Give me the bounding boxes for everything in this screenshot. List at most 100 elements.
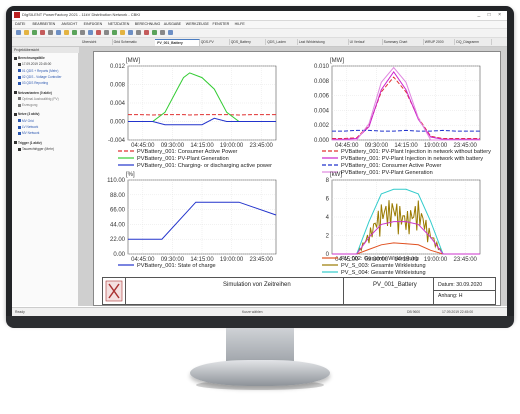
tab-grid-schematic[interactable]: Grid Schematic [112,39,157,45]
legend-label: PVBattery_001: Consumer Active Power [341,163,442,169]
tab-bar: Übersicht Grid Schematic PV_001_Battery QDS… [12,38,507,47]
toolbar-button-icon[interactable] [128,30,133,35]
toolbar-button-icon[interactable] [96,30,101,35]
sidebar-item[interactable]: Netze (3 aktiv) [14,112,39,116]
tree-node-icon [18,125,21,129]
app-icon [14,12,20,18]
tab-ui-verlauf[interactable]: UI Verlauf [348,39,383,45]
monitor-stand-base [190,360,330,386]
sidebar-item[interactable]: 02 QDS - Voltage Controller [18,75,62,79]
tab-qds-pv[interactable]: QDS-PV [199,39,230,45]
menu-item-einfügen[interactable]: EINFÜGEN [84,22,103,26]
y-tick-label: 0.004 [314,108,330,114]
axis-unit: [kW] [330,172,342,178]
sidebar-item[interactable]: Berechnungsfälle [14,56,45,60]
tab-pv-001-battery[interactable]: PV_001_Battery [155,39,200,46]
sidebar-item[interactable]: MV Grid [18,119,34,123]
graphics-page: [MW] 0.012 0.008 0.004 0.000 -0.004 04:45:00 09… [93,51,501,306]
menu-item-fenster[interactable]: FENSTER [213,22,230,26]
status-db: DB 9600 [407,310,421,314]
menu-item-netzdaten[interactable]: NETZDATEN [108,22,129,26]
toolbar-button-icon[interactable] [160,30,165,35]
title-bar: DIgSILENT PowerFactory 2021 - 11kV Distr… [12,11,507,21]
menu-item-ansicht[interactable]: ANSICHT [62,22,78,26]
tab--bersicht[interactable]: Übersicht [80,39,113,45]
tab-wrup-2000[interactable]: WRUP 2000 [423,39,456,45]
sidebar-item[interactable]: Erzeugung [18,103,37,107]
sidebar-item[interactable]: 03 QDS Reporting [18,81,48,85]
toolbar-button-icon[interactable] [40,30,45,35]
chart-1: [MW]0.0120.0080.0040.000-0.00404:45:00 09… [108,58,277,169]
menu-item-ausgabe[interactable]: AUSGABE [164,22,181,26]
monitor-chin [6,316,514,328]
sidebar-item[interactable]: Trigger (1 aktiv) [14,141,42,145]
tree-node-icon [14,113,17,117]
legend-label: PVBattery_001: PV-Plant Injection in net… [341,156,483,162]
sidebar-item-label: 01 QDS + Reports (Mehr) [22,68,59,73]
sidebar-item[interactable]: Netzvarianten (0 aktiv) [14,91,52,95]
sidebar-item-label: Berechnungsfälle [18,56,45,60]
toolbar-button-icon[interactable] [72,30,77,35]
toolbar-button-icon[interactable] [112,30,117,35]
sidebar-item-label: Optimal Ausbaufähig (PV) [22,96,59,101]
tree-node-icon [18,119,21,123]
toolbar-button-icon[interactable] [32,30,37,35]
tree-node-icon [18,81,21,85]
y-tick-label: 0.012 [110,64,126,70]
chart-2: [MW]0.0100.0080.0060.0040.0020.00004:45:… [314,58,491,176]
y-tick-label: 0 [326,252,330,258]
y-tick-label: 0.004 [110,101,126,107]
y-tick-label: 0.000 [314,138,330,144]
project-sidebar: Projektübersicht Berechnungsfälle 17.09.2… [12,47,80,306]
toolbar-button-icon[interactable] [168,30,173,35]
menu-item-werkzeuge[interactable]: WERKZEUGE [186,22,209,26]
sidebar-item[interactable]: LV Network [18,125,38,129]
tab-last-wirkleistung[interactable]: Last Wirkleistung [297,39,349,45]
x-tick-label: 19:00:00 [220,257,244,263]
menu-item-datei[interactable]: DATEI [15,22,25,26]
toolbar-button-icon[interactable] [64,30,69,35]
window-title: DIgSILENT PowerFactory 2021 - 11kV Distr… [22,12,141,17]
toolbar-button-icon[interactable] [16,30,21,35]
window-controls[interactable]: _ □ × [478,12,505,18]
title-block-divider [343,278,344,304]
toolbar-button-icon[interactable] [120,30,125,35]
toolbar-button-icon[interactable] [88,30,93,35]
toolbar-button-icon[interactable] [144,30,149,35]
sidebar-item[interactable]: 01 QDS + Reports (Mehr) [18,69,58,73]
tab-qds-battery[interactable]: QDS_Battery [229,39,267,45]
legend-label: PV_002: Gesamte Wirkleistung [341,256,419,262]
toolbar-button-icon[interactable] [80,30,85,35]
y-tick-label: 2 [326,234,330,240]
sidebar-item[interactable]: Optimal Ausbaufähig (PV) [18,97,59,101]
tab-qds-laden[interactable]: QDS_Laden [265,39,298,45]
sidebar-item[interactable]: MV Network [18,131,39,135]
y-tick-label: 22.00 [110,237,126,243]
title-block-date: Datum: 30.09.2020 [438,282,483,288]
tab-dq-diagramm[interactable]: DQ_Diagramm [454,39,492,45]
menu-item-hilfe[interactable]: HILFE [235,22,245,26]
y-tick-label: 66.00 [110,208,126,214]
title-block-divider [433,278,434,304]
plots-area: [MW]0.0120.0080.0040.000-0.00404:45:00 09… [107,58,491,283]
toolbar-button-icon[interactable] [104,30,109,35]
y-tick-label: 44.00 [110,222,126,228]
sidebar-item[interactable]: Tauwechtrigger (Mehr) [18,147,54,151]
toolbar-button-icon[interactable] [24,30,29,35]
toolbar-button-icon[interactable] [48,30,53,35]
axis-unit: [%] [126,172,135,178]
menu-item-bearbeiten[interactable]: BEARBEITEN [33,22,56,26]
tree-node-icon [18,103,21,107]
legend-label: PV_S_003: Gesamte Wirkleistung [341,263,426,269]
company-logo [103,278,126,304]
menu-item-berechnung[interactable]: BERECHNUNG [135,22,161,26]
toolbar-button-icon[interactable] [56,30,61,35]
toolbar-button-icon[interactable] [152,30,157,35]
monitor-stand-neck [226,328,294,364]
y-tick-label: 0.010 [314,64,330,70]
tab-summary-chart[interactable]: Summary Chart [382,39,424,45]
x-tick-label: 23:45:00 [250,257,274,263]
sidebar-item[interactable]: 17.09.2019 22:45:00 [18,62,51,66]
sidebar-item-label: 03 QDS Reporting [22,81,49,86]
toolbar-button-icon[interactable] [136,30,141,35]
